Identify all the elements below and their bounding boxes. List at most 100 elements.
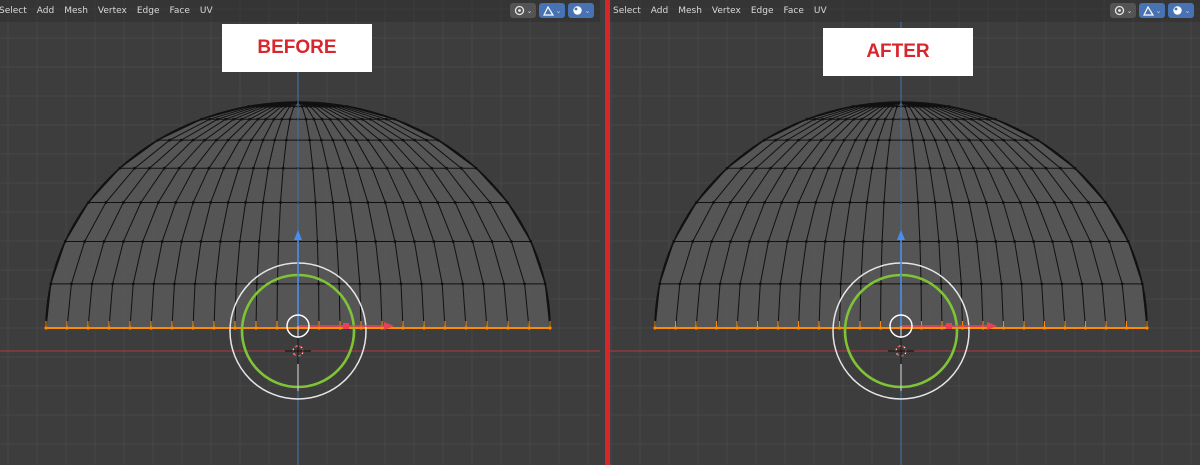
mesh-vertex (191, 201, 195, 204)
selected-vertex (443, 326, 447, 330)
mesh-vertex (819, 282, 822, 286)
mesh-vertex (209, 201, 213, 204)
chevron-down-icon: ⌄ (526, 6, 533, 15)
selected-vertex (359, 326, 363, 330)
mesh-vertex (937, 240, 941, 243)
mesh-vertex (312, 117, 316, 121)
menu-add[interactable]: Add (646, 0, 673, 22)
mesh-vertex (420, 282, 423, 286)
mesh-vertex (238, 138, 242, 142)
mesh-vertex (883, 104, 887, 108)
menu-mesh[interactable]: Mesh (59, 0, 93, 22)
mesh-vertex (1001, 201, 1005, 204)
menu-vertex[interactable]: Vertex (93, 0, 132, 22)
viewport-header-before: Select Add Mesh Vertex Edge Face UV ⌄ ⌄ … (0, 0, 600, 22)
selected-vertex (149, 326, 153, 330)
mesh-vertex (946, 117, 950, 121)
mesh-vertex (785, 138, 789, 142)
mesh-vertex (859, 282, 863, 286)
menu-select[interactable]: Select (0, 0, 32, 22)
mesh-vertex (366, 138, 370, 142)
mesh-vertex (111, 282, 115, 286)
mesh-vertex (985, 117, 989, 121)
mesh-vertex (331, 138, 335, 142)
selected-vertex (86, 326, 90, 330)
selected-vertex (191, 326, 195, 330)
mesh-vertex (698, 282, 702, 286)
mesh-vertex (249, 138, 253, 142)
mesh-vertex (234, 282, 238, 286)
mesh-vertex (248, 117, 252, 121)
mesh-vertex (938, 117, 942, 121)
menu-mesh[interactable]: Mesh (673, 0, 707, 22)
menu-add[interactable]: Add (32, 0, 59, 22)
mesh-vertex (432, 240, 436, 243)
header-menu-after: Select Add Mesh Vertex Edge Face UV (610, 0, 832, 22)
menu-face[interactable]: Face (779, 0, 809, 22)
mesh-vertex (385, 166, 389, 170)
mesh-vertex (860, 117, 864, 121)
selected-vertex (422, 326, 426, 330)
proportional-editing-button[interactable]: ⌄ (539, 3, 565, 18)
mesh-vertex (844, 117, 848, 121)
mesh-vertex (354, 240, 358, 243)
menu-uv[interactable]: UV (809, 0, 832, 22)
viewport-shading-button[interactable]: ⌄ (568, 3, 594, 18)
mesh-vertex (970, 117, 974, 121)
header-tools-after: ⌄ ⌄ ⌄ (1110, 3, 1194, 18)
mesh-vertex (980, 282, 983, 286)
snap-button[interactable]: ⌄ (1110, 3, 1136, 18)
mesh-vertex (880, 240, 884, 243)
mesh-vertex (876, 117, 879, 121)
chevron-down-icon: ⌄ (1126, 6, 1133, 15)
mesh-vertex (133, 166, 137, 170)
mesh-vertex (783, 166, 787, 170)
menu-face[interactable]: Face (165, 0, 195, 22)
proportional-editing-button[interactable]: ⌄ (1139, 3, 1165, 18)
viewport-shading-button[interactable]: ⌄ (1168, 3, 1194, 18)
menu-edge[interactable]: Edge (746, 0, 779, 22)
menu-uv[interactable]: UV (195, 0, 218, 22)
mesh-vertex (984, 201, 988, 204)
mesh-vertex (226, 138, 230, 142)
mesh-vertex (1051, 240, 1054, 243)
selected-vertex (254, 326, 258, 330)
mesh-vertex (141, 240, 145, 243)
mesh-vertex (400, 166, 404, 170)
mesh-vertex (842, 138, 846, 142)
mesh-vertex (203, 138, 207, 142)
mesh-vertex (1107, 240, 1111, 243)
header-menu-before: Select Add Mesh Vertex Edge Face UV (0, 0, 218, 22)
mesh-vertex (918, 240, 922, 243)
viewport-after[interactable]: Select Add Mesh Vertex Edge Face UV ⌄ ⌄ … (610, 0, 1200, 465)
viewport-before[interactable]: Select Add Mesh Vertex Edge Face UV ⌄ ⌄ … (0, 0, 600, 465)
mesh-vertex (1024, 138, 1028, 142)
mesh-vertex (769, 166, 772, 170)
mesh-vertex (967, 201, 971, 204)
mesh-vertex (868, 117, 872, 121)
mesh-vertex (928, 166, 932, 170)
mesh-vertex (767, 240, 770, 243)
mesh-vertex (368, 117, 372, 121)
snap-button[interactable]: ⌄ (510, 3, 536, 18)
mesh-vertex (237, 166, 241, 170)
mesh-vertex (778, 282, 782, 286)
mesh-vertex (121, 240, 125, 243)
mesh-vertex (916, 201, 920, 204)
mesh-vertex (222, 166, 226, 170)
chevron-down-icon: ⌄ (584, 6, 591, 15)
mesh-vertex (360, 117, 364, 121)
proportional-editing-icon (1142, 5, 1154, 16)
menu-edge[interactable]: Edge (132, 0, 165, 22)
menu-select[interactable]: Select (610, 0, 646, 22)
mesh-vertex (424, 138, 428, 142)
mesh-vertex (502, 282, 506, 286)
selected-vertex (548, 326, 552, 330)
selected-vertex (878, 326, 883, 330)
mesh-vertex (300, 104, 304, 108)
mesh-vertex (885, 166, 888, 170)
menu-vertex[interactable]: Vertex (707, 0, 746, 22)
mesh-vertex (83, 240, 86, 243)
mesh-vertex (341, 166, 344, 170)
mesh-vertex (956, 240, 960, 243)
